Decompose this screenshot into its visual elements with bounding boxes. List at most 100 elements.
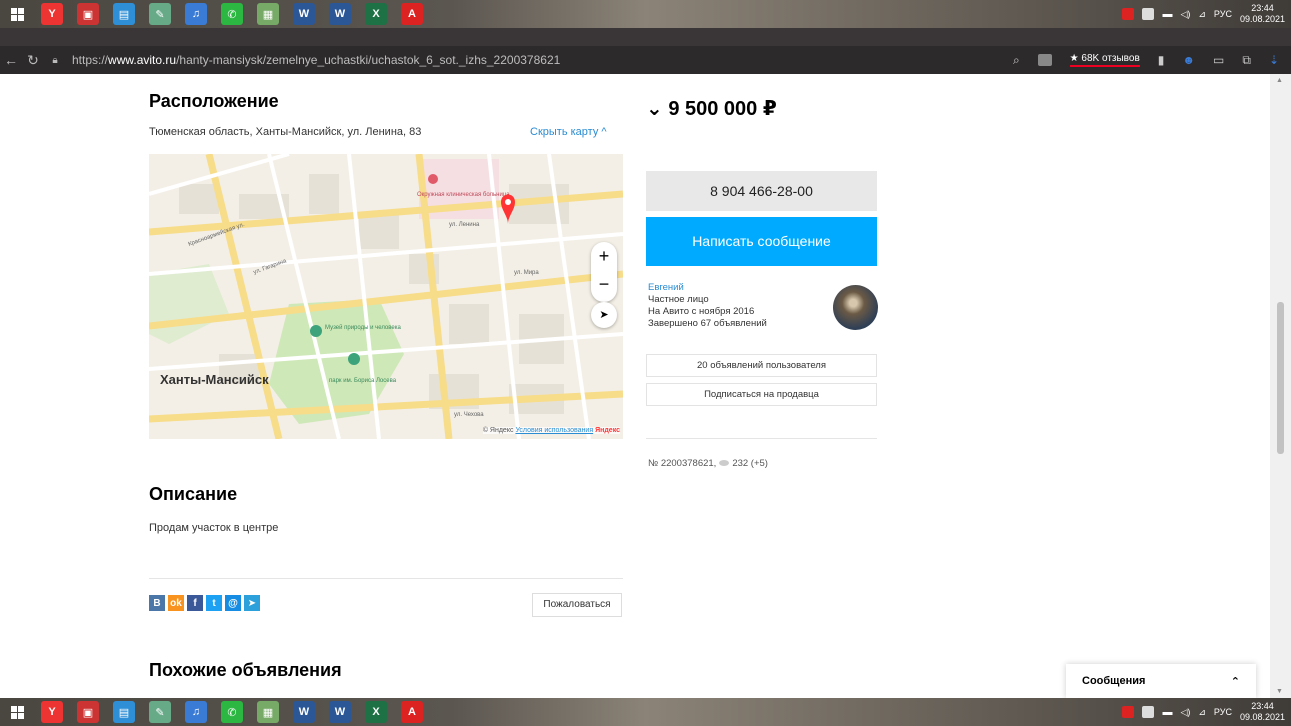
- page-scrollbar[interactable]: ▲ ▼: [1270, 74, 1291, 698]
- whatsapp-icon[interactable]: ✆: [221, 3, 243, 25]
- seller-info: Евгений Частное лицо На Авито с ноября 2…: [648, 282, 767, 330]
- word-icon[interactable]: W: [293, 701, 315, 723]
- facebook-icon[interactable]: f: [187, 595, 203, 611]
- messages-panel[interactable]: Сообщения ⌃: [1066, 664, 1256, 698]
- similar-listings-heading: Похожие объявления: [149, 660, 342, 680]
- chevron-up-icon[interactable]: ⌃: [1231, 675, 1240, 688]
- word-icon[interactable]: W: [293, 3, 315, 25]
- browser-tab-strip: [0, 28, 1291, 46]
- seller-completed: Завершено 67 объявлений: [648, 318, 767, 329]
- app-icon-4[interactable]: ✎: [149, 701, 171, 723]
- yandex-browser-icon[interactable]: Y: [41, 3, 63, 25]
- tray-clock[interactable]: 23:44 09.08.2021: [1240, 701, 1285, 723]
- acrobat-icon[interactable]: A: [401, 3, 423, 25]
- tray-monitor-icon[interactable]: [1142, 8, 1155, 20]
- ad-views: 232 (+5): [732, 458, 768, 469]
- write-message-button[interactable]: Написать сообщение: [646, 217, 877, 266]
- scroll-down-icon[interactable]: ▼: [1276, 688, 1283, 695]
- tray-network-icon[interactable]: ⊿: [1198, 9, 1206, 20]
- folder-icon[interactable]: ▤: [113, 701, 135, 723]
- windows-taskbar-top: Y ▣ ▤ ✎ ♫ ✆ ▦ W W X A ▬ ◁) ⊿ РУС 23:44 09.08.2021: [0, 0, 1291, 28]
- tray-clock[interactable]: 23:44 09.08.2021: [1240, 3, 1285, 25]
- tray-monitor-icon[interactable]: [1142, 706, 1155, 718]
- app-icon-4[interactable]: ✎: [149, 3, 171, 25]
- windows-start-icon[interactable]: [0, 698, 34, 726]
- tray-volume-icon[interactable]: ◁): [1180, 707, 1190, 718]
- collections-icon[interactable]: ⧉: [1242, 53, 1251, 68]
- excel-icon[interactable]: X: [365, 701, 387, 723]
- tray-volume-icon[interactable]: ◁): [1180, 9, 1190, 20]
- whatsapp-icon[interactable]: ✆: [221, 701, 243, 723]
- reader-icon[interactable]: ▭: [1213, 53, 1224, 67]
- hospital-poi-icon[interactable]: [428, 174, 438, 184]
- seller-listings-button[interactable]: 20 объявлений пользователя: [646, 354, 877, 377]
- yandex-map[interactable]: ул. Ленина ул. Мира ул. Чехова Красноарм…: [149, 154, 623, 439]
- listing-price[interactable]: ⌄ 9 500 000 ₽: [646, 96, 777, 121]
- park-poi-icon[interactable]: [348, 353, 360, 365]
- report-button[interactable]: Пожаловаться: [532, 593, 622, 617]
- app-icon-7[interactable]: ▦: [257, 3, 279, 25]
- mailru-icon[interactable]: @: [225, 595, 241, 611]
- lock-icon: 🔒︎: [52, 54, 58, 66]
- folder-icon[interactable]: ▤: [113, 3, 135, 25]
- telegram-icon[interactable]: ➤: [244, 595, 260, 611]
- description-heading: Описание: [149, 484, 238, 504]
- tray-time: 23:44: [1251, 701, 1274, 711]
- vk-icon[interactable]: В: [149, 595, 165, 611]
- scroll-up-icon[interactable]: ▲: [1276, 77, 1283, 84]
- browser-address-bar: ← ↻ 🔒︎ https://www.avito.ru/hanty-mansiy…: [0, 46, 1291, 74]
- search-icon[interactable]: ⌕: [1013, 53, 1020, 68]
- museum-poi-icon[interactable]: [310, 325, 322, 337]
- excel-icon[interactable]: X: [365, 3, 387, 25]
- bookmark-icon[interactable]: ▮: [1158, 53, 1165, 67]
- app-icon-5[interactable]: ♫: [185, 3, 207, 25]
- tray-app-icon[interactable]: [1122, 8, 1135, 20]
- tray-network-icon[interactable]: ⊿: [1198, 707, 1206, 718]
- tray-battery-icon[interactable]: ▬: [1162, 9, 1172, 20]
- map-canvas[interactable]: ул. Ленина ул. Мира ул. Чехова Красноарм…: [149, 154, 623, 439]
- windows-taskbar-bottom: Y ▣ ▤ ✎ ♫ ✆ ▦ W W X A ▬ ◁) ⊿ РУС 23:44 09.08.2021: [0, 698, 1291, 726]
- show-phone-button[interactable]: 8 904 466-28-00: [646, 171, 877, 211]
- acrobat-icon[interactable]: A: [401, 701, 423, 723]
- red-app-icon[interactable]: ▣: [77, 701, 99, 723]
- hide-map-link[interactable]: Скрыть карту ^: [530, 126, 607, 138]
- seller-avatar[interactable]: [833, 285, 878, 330]
- word-doc-icon[interactable]: W: [329, 3, 351, 25]
- word-doc-icon[interactable]: W: [329, 701, 351, 723]
- zoom-in-icon[interactable]: +: [591, 242, 617, 270]
- tray-time: 23:44: [1251, 3, 1274, 13]
- seller-name-link[interactable]: Евгений: [648, 282, 767, 294]
- app-icon-5[interactable]: ♫: [185, 701, 207, 723]
- odnoklassniki-icon[interactable]: ok: [168, 595, 184, 611]
- tray-app-icon[interactable]: [1122, 706, 1135, 718]
- red-app-icon[interactable]: ▣: [77, 3, 99, 25]
- map-street-label: ул. Ленина: [449, 222, 480, 228]
- twitter-icon[interactable]: t: [206, 595, 222, 611]
- account-icon[interactable]: ☻: [1182, 53, 1195, 67]
- subscribe-seller-button[interactable]: Подписаться на продавца: [646, 383, 877, 406]
- scrollbar-thumb[interactable]: [1277, 302, 1284, 454]
- windows-start-icon[interactable]: [0, 0, 34, 28]
- reviews-badge[interactable]: ★ 68K отзывов: [1069, 53, 1140, 67]
- tray-language[interactable]: РУС: [1214, 9, 1232, 19]
- location-address: Тюменская область, Ханты-Мансийск, ул. Л…: [149, 126, 422, 138]
- tray-battery-icon[interactable]: ▬: [1162, 707, 1172, 718]
- eye-icon: [719, 460, 730, 467]
- map-terms-link[interactable]: Условия использования: [515, 427, 593, 434]
- yandex-logo[interactable]: Яндекс: [595, 427, 620, 434]
- url-text[interactable]: https://www.avito.ru/hanty-mansiysk/zeme…: [72, 53, 560, 67]
- tray-date: 09.08.2021: [1239, 712, 1285, 722]
- back-icon[interactable]: ←: [0, 52, 22, 68]
- reload-icon[interactable]: ↻: [22, 52, 44, 69]
- extension-icon[interactable]: [1037, 54, 1052, 66]
- tray-language[interactable]: РУС: [1214, 707, 1232, 717]
- location-heading: Расположение: [149, 91, 279, 111]
- geolocation-icon[interactable]: ➤: [591, 302, 617, 328]
- app-icon-7[interactable]: ▦: [257, 701, 279, 723]
- page-content: Расположение Тюменская область, Ханты-Ма…: [0, 74, 1270, 698]
- zoom-out-icon[interactable]: −: [591, 270, 617, 298]
- map-street-label: ул. Чехова: [454, 412, 484, 418]
- ad-id: № 2200378621,: [648, 458, 717, 469]
- yandex-browser-icon[interactable]: Y: [41, 701, 63, 723]
- downloads-icon[interactable]: ⇣: [1269, 53, 1279, 67]
